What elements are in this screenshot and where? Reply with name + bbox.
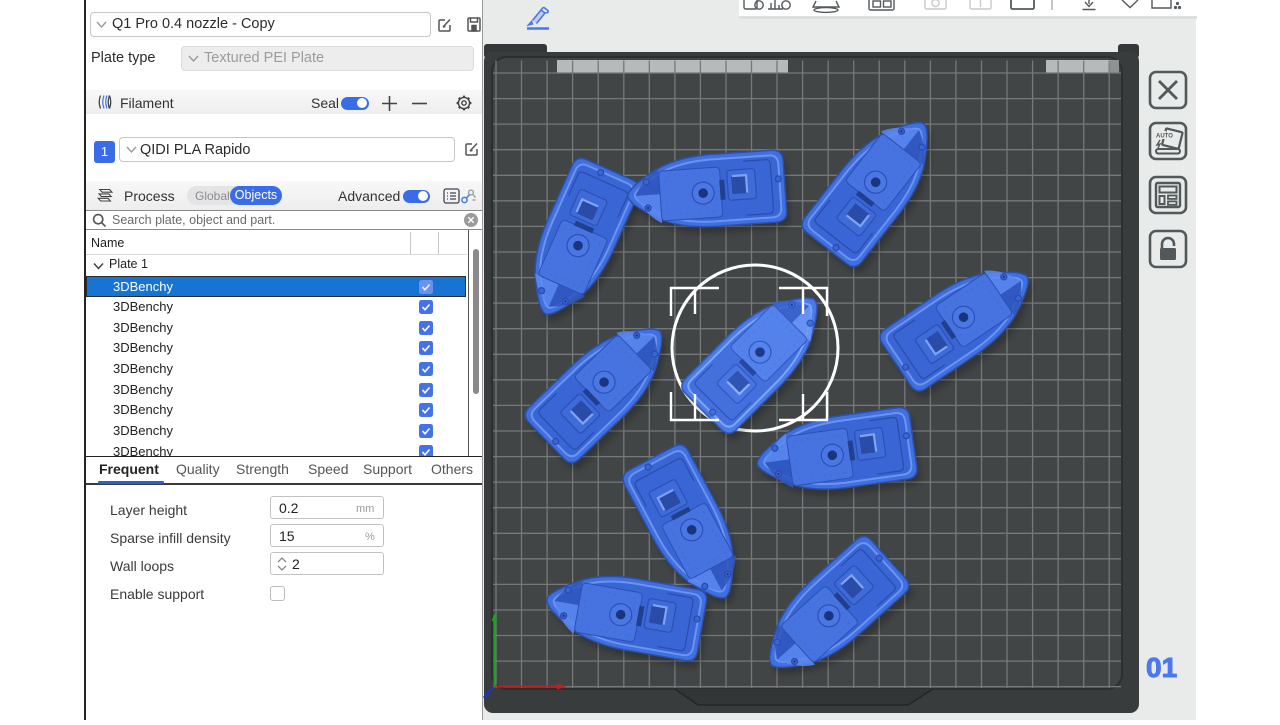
svg-text:AUTO: AUTO [1156, 134, 1173, 140]
svg-text:01: 01 [1146, 652, 1177, 683]
